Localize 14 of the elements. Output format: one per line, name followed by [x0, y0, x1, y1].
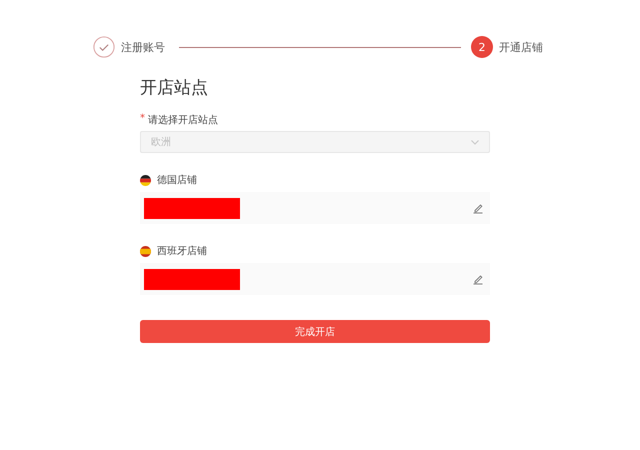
shop-label: 德国店铺 [157, 174, 197, 187]
shop-name-field[interactable] [140, 192, 490, 224]
step-label: 开通店铺 [499, 40, 543, 54]
form-title: 开店站点 [140, 77, 209, 99]
chevron-down-icon [471, 140, 479, 144]
shop-label: 西班牙店铺 [157, 244, 207, 258]
step-label: 注册账号 [121, 40, 165, 54]
shop-name-field[interactable] [140, 263, 490, 295]
required-mark: * [140, 113, 145, 126]
complete-button[interactable]: 完成开店 [140, 320, 490, 343]
field-label: 请选择开店站点 [148, 114, 218, 127]
pencil-icon[interactable] [472, 202, 484, 214]
pencil-icon[interactable] [472, 273, 484, 285]
step-number: 2 [471, 36, 493, 58]
